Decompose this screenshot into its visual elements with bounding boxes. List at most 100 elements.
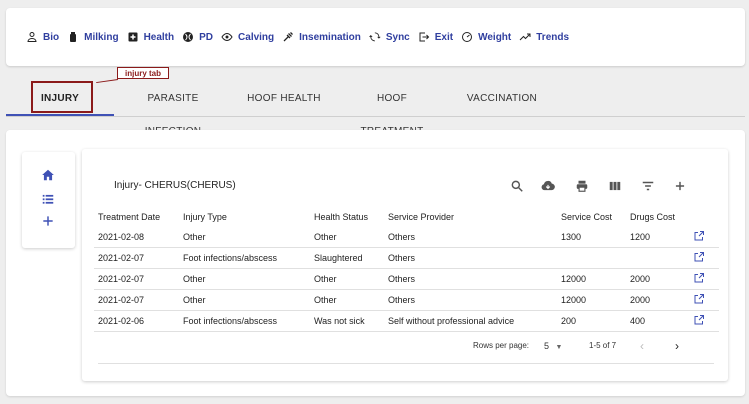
annotation-label: injury tab: [117, 67, 169, 79]
injury-table-panel: Injury- CHERUS(CHERUS) Treatment Date In…: [82, 149, 728, 381]
edit-button[interactable]: [689, 247, 719, 269]
nav-health[interactable]: Health: [127, 31, 175, 43]
pd-icon: [183, 32, 194, 42]
nav-sync-label: Sync: [385, 31, 410, 43]
open-in-new-icon: [694, 294, 704, 304]
tab-parasite-infection[interactable]: PARASITE INFECTION: [118, 82, 228, 137]
add-icon[interactable]: [41, 214, 55, 228]
health-cross-icon: [128, 32, 138, 42]
edit-button[interactable]: [689, 227, 719, 248]
cell-injury-type: Other: [179, 227, 310, 248]
col-drugs-cost[interactable]: Drugs Cost: [626, 207, 689, 227]
nav-menu: Bio Milking Health PD Calving Inseminati…: [26, 8, 577, 66]
tab-bar: INJURY PARASITE INFECTION HOOF HEALTH HO…: [6, 82, 745, 137]
home-icon[interactable]: [41, 168, 55, 182]
open-in-new-icon: [694, 273, 704, 283]
nav-milking-label: Milking: [84, 31, 119, 43]
cell-injury-type: Foot infections/abscess: [179, 310, 310, 332]
cell-injury-type: Other: [179, 289, 310, 311]
nav-weight-label: Weight: [478, 31, 512, 43]
cell-health-status: Was not sick: [310, 310, 384, 332]
nav-insemination[interactable]: Insemination: [282, 31, 361, 43]
cell-health-status: Other: [310, 227, 384, 248]
col-service-provider[interactable]: Service Provider: [384, 207, 557, 227]
nav-health-label: Health: [143, 31, 175, 43]
table-row: 2021-02-07 Other Other Others 12000 2000: [94, 289, 719, 311]
cell-treatment-date: 2021-02-07: [94, 289, 179, 311]
nav-sync[interactable]: Sync: [368, 31, 410, 43]
columns-button[interactable]: [608, 179, 622, 193]
cell-service-provider: Others: [384, 289, 557, 311]
next-page-button[interactable]: ›: [675, 339, 679, 353]
nav-pd[interactable]: PD: [182, 31, 213, 43]
add-record-button[interactable]: [673, 179, 687, 193]
cell-service-provider: Others: [384, 227, 557, 248]
table-row: 2021-02-07 Other Other Others 12000 2000: [94, 268, 719, 290]
edit-button[interactable]: [689, 268, 719, 290]
cell-injury-type: Foot infections/abscess: [179, 247, 310, 269]
open-in-new-icon: [694, 315, 704, 325]
download-button[interactable]: [541, 179, 555, 193]
search-button[interactable]: [510, 179, 524, 193]
tab-hoof-treatment[interactable]: HOOF TREATMENT: [344, 82, 440, 137]
trend-icon: [519, 33, 531, 41]
cell-service-cost: 12000: [557, 268, 626, 290]
cell-drugs-cost: 2000: [626, 289, 689, 311]
exit-icon: [419, 32, 429, 42]
tab-hoof-health[interactable]: HOOF HEALTH: [244, 82, 324, 115]
cell-service-cost: 1300: [557, 227, 626, 248]
nav-trends-label: Trends: [536, 31, 570, 43]
dropdown-arrow-icon: ▼: [555, 344, 563, 351]
gauge-icon: [462, 32, 473, 42]
print-button[interactable]: [575, 179, 589, 193]
cell-health-status: Other: [310, 289, 384, 311]
table-row: 2021-02-08 Other Other Others 1300 1200: [94, 227, 719, 248]
cell-drugs-cost: 1200: [626, 227, 689, 248]
table-header-row: Treatment Date Injury Type Health Status…: [94, 207, 719, 227]
annotation-highlight-box: [31, 81, 93, 113]
print-icon: [576, 180, 588, 192]
cell-service-provider: Others: [384, 268, 557, 290]
cell-treatment-date: 2021-02-07: [94, 268, 179, 290]
nav-bio[interactable]: Bio: [26, 31, 59, 43]
chevron-right-icon: ›: [675, 339, 679, 353]
table-row: 2021-02-06 Foot infections/abscess Was n…: [94, 310, 719, 332]
edit-button[interactable]: [689, 310, 719, 332]
injury-table: Treatment Date Injury Type Health Status…: [94, 207, 719, 332]
edit-button[interactable]: [689, 289, 719, 311]
col-injury-type[interactable]: Injury Type: [179, 207, 310, 227]
add-icon: [675, 181, 685, 191]
table-footer-divider: [98, 363, 714, 364]
nav-trends[interactable]: Trends: [519, 31, 569, 43]
nav-calving[interactable]: Calving: [221, 31, 274, 43]
cell-drugs-cost: 2000: [626, 268, 689, 290]
nav-weight[interactable]: Weight: [461, 31, 511, 43]
cell-drugs-cost: 400: [626, 310, 689, 332]
col-health-status[interactable]: Health Status: [310, 207, 384, 227]
list-icon[interactable]: [41, 192, 55, 206]
top-nav-bar: Bio Milking Health PD Calving Inseminati…: [6, 8, 745, 66]
rows-per-page-select[interactable]: 5 ▼: [544, 341, 562, 351]
cell-treatment-date: 2021-02-08: [94, 227, 179, 248]
cell-health-status: Slaughtered: [310, 247, 384, 269]
rows-per-page-label: Rows per page:: [473, 341, 530, 350]
cell-treatment-date: 2021-02-06: [94, 310, 179, 332]
side-actions: [22, 152, 75, 248]
cell-injury-type: Other: [179, 268, 310, 290]
tab-vaccination[interactable]: VACCINATION: [462, 82, 542, 115]
cell-service-provider: Self without professional advice: [384, 310, 557, 332]
col-service-cost[interactable]: Service Cost: [557, 207, 626, 227]
col-treatment-date[interactable]: Treatment Date: [94, 207, 179, 227]
nav-milking[interactable]: Milking: [67, 31, 119, 43]
cell-service-provider: Others: [384, 247, 557, 269]
cell-treatment-date: 2021-02-07: [94, 247, 179, 269]
prev-page-button[interactable]: ‹: [640, 339, 644, 353]
filter-button[interactable]: [641, 179, 655, 193]
nav-exit[interactable]: Exit: [418, 31, 453, 43]
sync-icon: [368, 32, 381, 42]
cell-service-cost: 12000: [557, 289, 626, 311]
search-icon: [511, 180, 523, 192]
milk-icon: [70, 32, 77, 42]
rows-per-page-value: 5: [544, 341, 550, 351]
open-in-new-icon: [694, 231, 704, 241]
